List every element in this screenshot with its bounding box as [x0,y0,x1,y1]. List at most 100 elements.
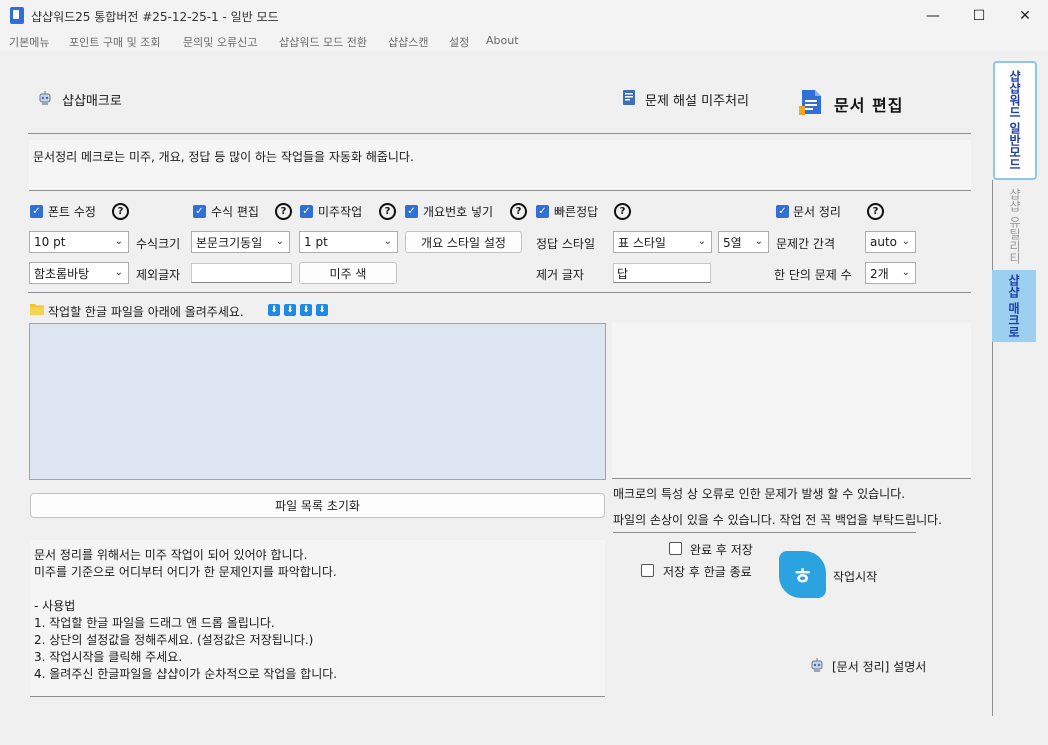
unprocessed-endnote-button[interactable]: 문제 해설 미주처리 [645,90,749,109]
font-name-select[interactable]: 함초롬바탕 ⌄ [29,262,129,284]
font-name-value: 함초롬바탕 [34,266,90,281]
menu-scan[interactable]: 샵샵스캔 [388,34,428,50]
upload-prompt: 작업할 한글 파일을 아래에 올려주세요. [48,305,244,319]
doc-arrange-help-icon[interactable]: ? [867,203,884,220]
formula-size-select[interactable]: 본문크기동일 ⌄ [191,231,290,253]
warning-text-2: 파일의 손상이 있을 수 있습니다. 작업 전 꼭 백업을 부탁드립니다. [613,513,943,527]
formula-edit-help-icon[interactable]: ? [275,203,292,220]
font-size-select[interactable]: 10 pt ⌄ [29,231,129,253]
divider [28,133,971,134]
questions-per-col-value: 2개 [870,266,889,281]
log-panel [612,323,971,479]
macro-label: 샵샵매크로 [62,94,122,109]
remove-chars-input[interactable]: 답 [613,263,711,283]
save-after-label: 완료 후 저장 [690,543,753,557]
instruction-line: 미주를 기준으로 어디부터 어디가 한 문제인지를 파악합니다. [34,565,337,579]
description-text: 문서정리 메크로는 미주, 개요, 정답 등 많이 하는 작업들을 자동화 해줍… [33,150,414,164]
instruction-line: 2. 상단의 설정값을 정해주세요. (설정값은 저장됩니다.) [34,633,314,647]
endnote-size-select[interactable]: 1 pt ⌄ [299,231,398,253]
reset-file-list-button[interactable]: 파일 목록 초기화 [30,493,605,518]
app-logo-icon [10,7,24,24]
font-fix-checkbox[interactable]: ✓ [30,205,43,218]
chevron-down-icon: ⌄ [383,236,392,247]
columns-value: 5열 [723,235,742,250]
save-after-checkbox[interactable] [669,542,682,555]
arrow-down-icon: ⬇ [316,304,328,316]
formula-edit-label: 수식 편집 [211,205,259,219]
endnote-work-label: 미주작업 [318,205,363,219]
close-after-checkbox[interactable] [641,564,654,577]
quick-answer-label: 빠른정답 [554,205,599,219]
formula-size-value: 본문크기동일 [196,235,263,250]
answer-style-select[interactable]: 표 스타일 ⌄ [613,231,712,253]
arrow-down-icon: ⬇ [300,304,312,316]
font-fix-help-icon[interactable]: ? [112,203,129,220]
hwp-start-icon[interactable]: ㅎ [779,551,826,598]
exclude-chars-label: 제외글자 [136,268,181,282]
instruction-line: 1. 작업할 한글 파일을 드래그 앤 드롭 올립니다. [34,616,275,630]
start-work-button[interactable]: 작업시작 [833,568,877,585]
robot-icon [39,91,51,105]
endnote-work-checkbox[interactable]: ✓ [300,205,313,218]
instruction-line: 3. 작업시작을 클릭해 주세요. [34,650,183,664]
answer-style-label: 정답 스타일 [536,237,596,251]
divider [613,532,916,533]
questions-per-col-label: 한 단의 문제 수 [774,268,852,282]
warning-text-1: 매크로의 특성 상 오류로 인한 문제가 발생 할 수 있습니다. [613,487,906,501]
maximize-button[interactable]: ☐ [956,0,1002,31]
menu-basic[interactable]: 기본메뉴 [9,34,49,50]
questions-per-col-select[interactable]: 2개 ⌄ [865,262,916,284]
font-size-value: 10 pt [34,235,66,249]
endnote-color-button[interactable]: 미주 색 [299,262,397,284]
sidebar-tab-macro[interactable]: 샵샵 매크로 [992,270,1036,342]
arrow-down-icon: ⬇ [284,304,296,316]
answer-style-value: 표 스타일 [618,235,666,250]
instruction-line: 문서 정리를 위해서는 미주 작업이 되어 있어야 합니다. [34,548,308,562]
formula-size-label: 수식크기 [136,237,181,251]
folder-icon [30,304,44,315]
outline-number-label: 개요번호 넣기 [423,205,494,219]
chevron-down-icon: ⌄ [901,236,910,247]
remove-chars-label: 제거 글자 [536,268,584,282]
document-note-icon [623,90,635,105]
outline-style-button[interactable]: 개요 스타일 설정 [405,231,522,253]
question-gap-value: auto [870,235,898,249]
quick-answer-help-icon[interactable]: ? [614,203,631,220]
chevron-down-icon: ⌄ [275,236,284,247]
question-gap-label: 문제간 간격 [776,237,836,251]
minimize-button[interactable]: — [910,0,956,31]
menu-mode-switch[interactable]: 샵샵워드 모드 전환 [279,34,367,50]
divider [28,292,971,293]
quick-answer-checkbox[interactable]: ✓ [536,205,549,218]
menu-points[interactable]: 포인트 구매 및 조회 [69,34,160,50]
close-button[interactable]: ✕ [1002,0,1048,31]
menu-settings[interactable]: 설정 [449,34,469,50]
close-after-label: 저장 후 한글 종료 [663,565,752,579]
doc-arrange-checkbox[interactable]: ✓ [776,205,789,218]
manual-link[interactable]: [문서 정리] 설명서 [832,658,926,675]
chevron-down-icon: ⌄ [114,236,123,247]
outline-number-help-icon[interactable]: ? [510,203,527,220]
instruction-line: - 사용법 [34,599,76,613]
endnote-work-help-icon[interactable]: ? [379,203,396,220]
exclude-chars-input[interactable] [191,263,292,283]
file-drop-zone[interactable] [29,323,606,480]
chevron-down-icon: ⌄ [901,267,910,278]
instruction-line: 4. 올려주신 한글파일을 샵샵이가 순차적으로 작업을 합니다. [34,667,338,681]
outline-number-checkbox[interactable]: ✓ [405,205,418,218]
document-edit-icon [799,90,821,115]
menu-inquiry[interactable]: 문의및 오류신고 [183,34,257,50]
doc-arrange-label: 문서 정리 [793,205,841,219]
sidebar-tab-utility[interactable]: 샵샵 유틸리티 [993,183,1037,268]
sidebar-tab-general-mode[interactable]: 샵샵워드 일반모드 [993,61,1037,180]
robot-icon [811,658,823,672]
formula-edit-checkbox[interactable]: ✓ [193,205,206,218]
chevron-down-icon: ⌄ [754,236,763,247]
chevron-down-icon: ⌄ [697,236,706,247]
font-fix-label: 폰트 수정 [48,205,96,219]
question-gap-select[interactable]: auto ⌄ [865,231,916,253]
menu-about[interactable]: About [486,34,519,47]
chevron-down-icon: ⌄ [114,267,123,278]
arrow-down-icon: ⬇ [268,304,280,316]
columns-select[interactable]: 5열 ⌄ [718,231,769,253]
